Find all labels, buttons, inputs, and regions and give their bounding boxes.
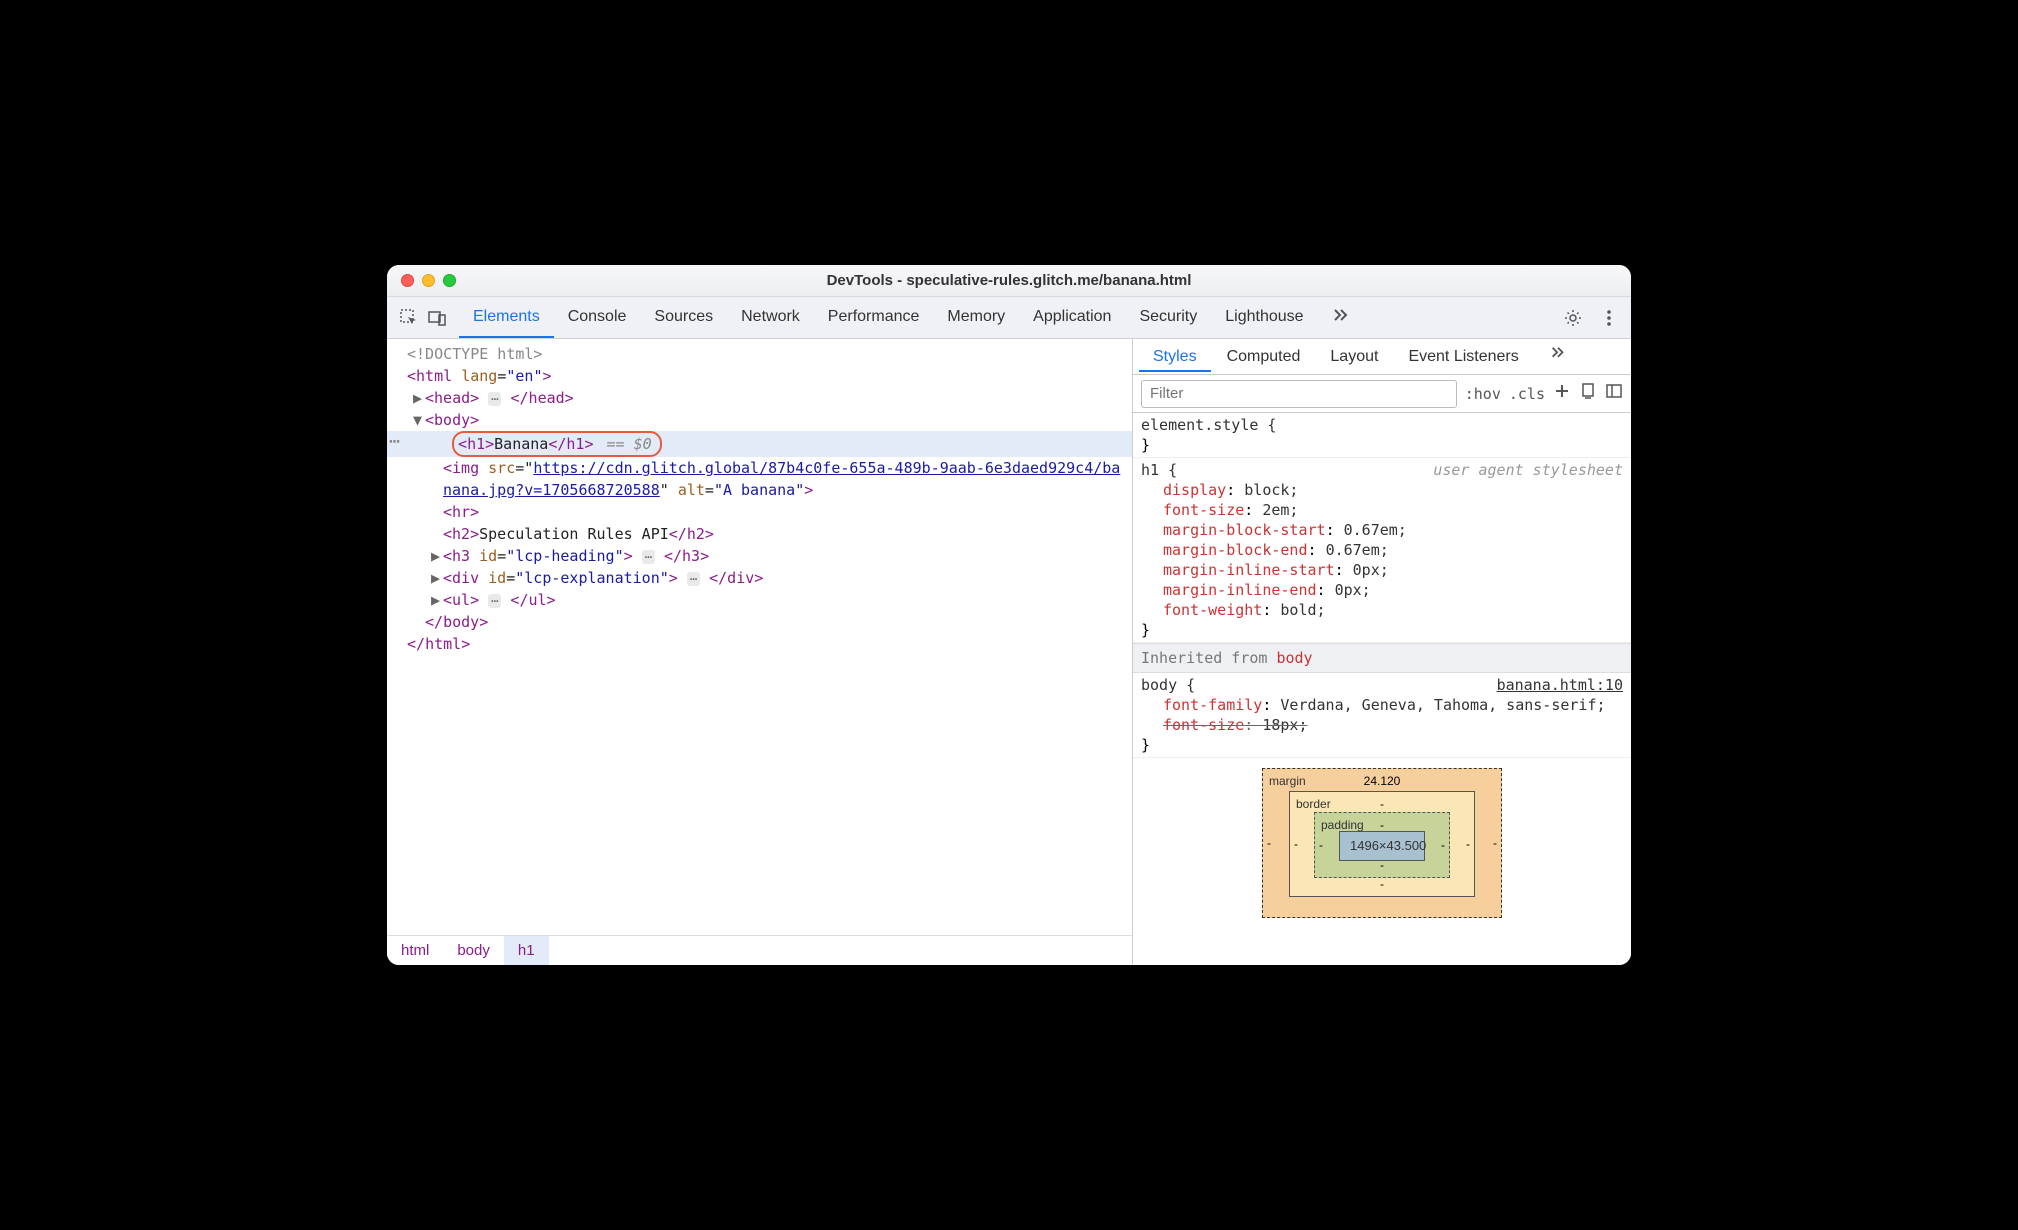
bm-padding-label: padding [1321,815,1364,835]
h1-ua-rule[interactable]: h1 {user agent stylesheet display: block… [1133,458,1631,643]
source-link[interactable]: banana.html:10 [1497,675,1623,695]
tab-performance[interactable]: Performance [814,297,934,338]
styles-body: element.style { } h1 {user agent stylesh… [1133,413,1631,965]
dom-hr-node[interactable]: <hr> [407,501,1132,523]
inherited-separator: Inherited from body [1133,643,1631,673]
tab-sources[interactable]: Sources [640,297,727,338]
ellipsis-icon[interactable]: ⋯ [488,594,501,608]
body-rule[interactable]: body {banana.html:10 font-family: Verdan… [1133,673,1631,758]
panel-body: <!DOCTYPE html> <html lang="en"> ▶<head>… [387,339,1631,965]
styles-panel: Styles Computed Layout Event Listeners :… [1133,339,1631,965]
styles-filter-input[interactable] [1141,380,1457,408]
device-toolbar-icon[interactable] [425,306,449,330]
main-toolbar: Elements Console Sources Network Perform… [387,297,1631,339]
bm-margin-label: margin [1269,771,1306,791]
styles-tabs: Styles Computed Layout Event Listeners [1133,339,1631,375]
elements-panel: <!DOCTYPE html> <html lang="en"> ▶<head>… [387,339,1133,965]
dom-div-node[interactable]: ▶<div id="lcp-explanation"> ⋯ </div> [407,567,1132,589]
doctype: <!DOCTYPE html> [407,345,542,363]
stab-computed[interactable]: Computed [1213,342,1315,372]
tabs-overflow-icon[interactable] [1318,297,1366,338]
window-title: DevTools - speculative-rules.glitch.me/b… [387,272,1631,289]
breadcrumb-bar: html body h1 [387,935,1132,965]
tab-security[interactable]: Security [1125,297,1211,338]
bm-border-label: border [1296,794,1331,814]
tab-memory[interactable]: Memory [933,297,1019,338]
hov-toggle[interactable]: :hov [1465,385,1501,403]
toggle-sidebar-icon[interactable] [1605,382,1623,405]
ellipsis-icon[interactable]: ⋯ [687,572,700,586]
dom-body-close[interactable]: </body> [407,611,1132,633]
inspect-element-icon[interactable] [397,306,421,330]
main-tabs: Elements Console Sources Network Perform… [459,297,1557,338]
styles-toolbar: :hov .cls [1133,375,1631,413]
crumb-h1[interactable]: h1 [504,936,549,965]
dom-tree[interactable]: <!DOCTYPE html> <html lang="en"> ▶<head>… [387,339,1132,935]
ellipsis-icon[interactable]: ⋯ [642,550,655,564]
more-icon[interactable] [1597,306,1621,330]
ellipsis-icon[interactable]: ⋯ [488,392,501,406]
device-frames-icon[interactable] [1579,382,1597,405]
selected-dom-node[interactable]: <h1>Banana</h1> == $0 [387,431,1132,457]
stab-styles[interactable]: Styles [1139,342,1211,372]
dom-html-close[interactable]: </html> [407,633,1132,655]
box-model-diagram[interactable]: margin 24.120 - - border - - - - padding [1262,768,1502,918]
bm-margin-top: 24.120 [1364,771,1401,791]
dom-h3-node[interactable]: ▶<h3 id="lcp-heading"> ⋯ </h3> [407,545,1132,567]
ua-stylesheet-label: user agent stylesheet [1433,460,1623,480]
new-style-rule-icon[interactable] [1553,382,1571,405]
stab-layout[interactable]: Layout [1316,342,1392,372]
dom-ul-node[interactable]: ▶<ul> ⋯ </ul> [407,589,1132,611]
tab-application[interactable]: Application [1019,297,1125,338]
crumb-body[interactable]: body [443,936,504,965]
tab-elements[interactable]: Elements [459,297,554,338]
dom-h2-node[interactable]: <h2>Speculation Rules API</h2> [407,523,1132,545]
dom-img-node[interactable]: <img src="https://cdn.glitch.global/87b4… [407,457,1132,479]
stab-event-listeners[interactable]: Event Listeners [1394,342,1532,372]
tab-console[interactable]: Console [554,297,641,338]
tab-lighthouse[interactable]: Lighthouse [1211,297,1317,338]
titlebar: DevTools - speculative-rules.glitch.me/b… [387,265,1631,297]
stabs-overflow-icon[interactable] [1535,339,1581,374]
console-ref: == $0 [607,435,652,453]
devtools-window: DevTools - speculative-rules.glitch.me/b… [387,265,1631,965]
settings-icon[interactable] [1561,306,1585,330]
dom-img-node-cont[interactable]: nana.jpg?v=1705668720588" alt="A banana"… [407,479,1132,501]
element-style-rule[interactable]: element.style { } [1133,413,1631,458]
tab-network[interactable]: Network [727,297,814,338]
crumb-html[interactable]: html [387,936,443,965]
html-lang-value: en [515,367,533,385]
cls-toggle[interactable]: .cls [1509,385,1545,403]
